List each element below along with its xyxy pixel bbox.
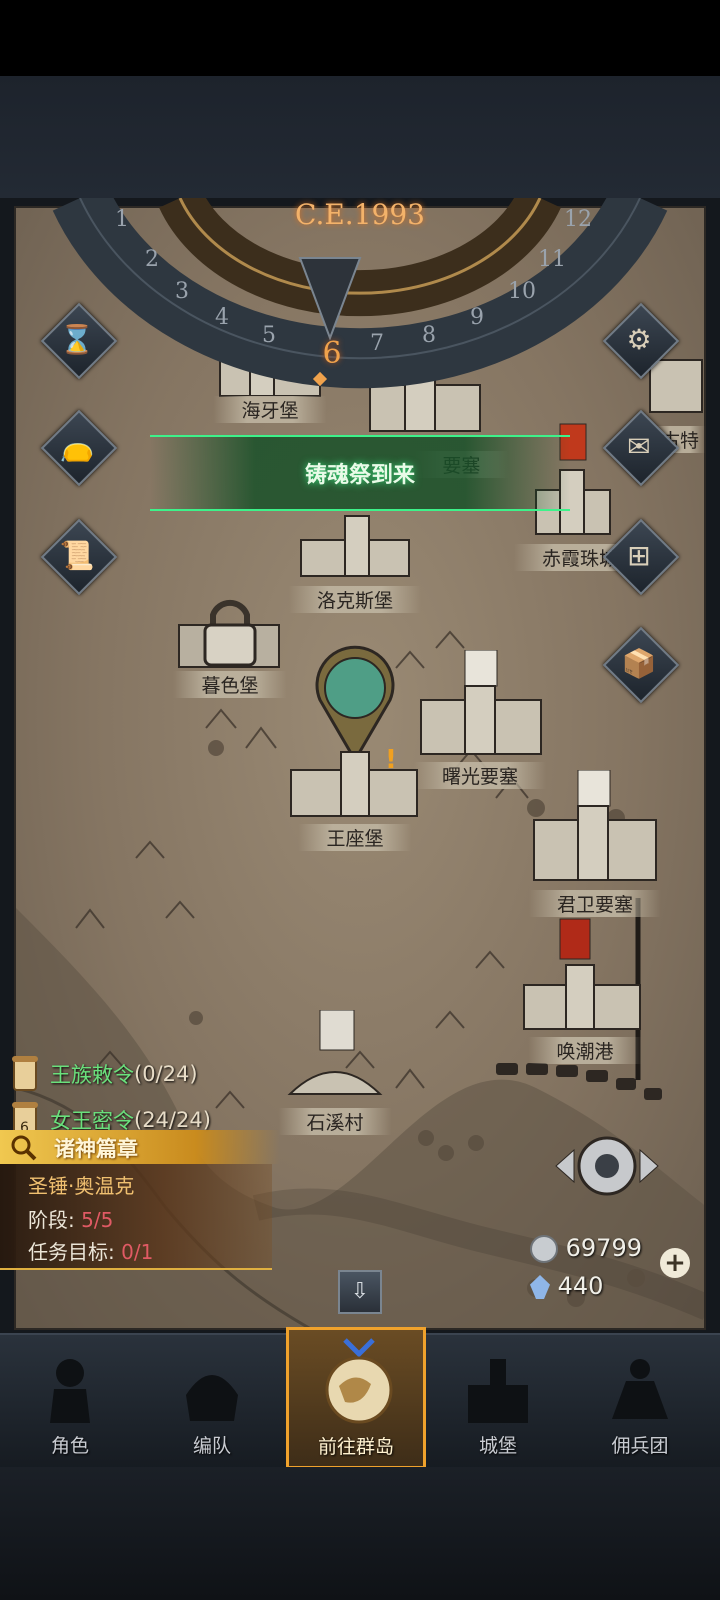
- saga-panel[interactable]: 诸神篇章 圣锤·奥温克 阶段: 5/5 任务目标: 0/1: [0, 1130, 300, 1270]
- village-icon: [287, 1010, 383, 1095]
- saga-goal: 任务目标: 0/1: [28, 1236, 153, 1265]
- location-huanchao[interactable]: 唤潮港: [515, 915, 655, 1065]
- crystal-amount: 440: [557, 1272, 604, 1300]
- event-banner[interactable]: 铸魂祭到来: [150, 435, 570, 511]
- search-icon: [11, 1135, 37, 1161]
- supplies-button[interactable]: 📦: [602, 626, 680, 704]
- nav-tab-role[interactable]: 角色: [0, 1335, 140, 1469]
- dial-month-8: 8: [422, 323, 436, 348]
- nav-tab-islands[interactable]: 前往群岛: [286, 1327, 426, 1469]
- status-bar-area: [0, 0, 720, 76]
- castle-icon: [523, 918, 641, 1030]
- globe-icon: [325, 1338, 393, 1424]
- silver-amount: 69799: [565, 1234, 642, 1262]
- locate-compass-button[interactable]: [552, 1126, 662, 1206]
- nav-tab-castle[interactable]: 城堡: [428, 1335, 568, 1469]
- quest-count: (0/24): [134, 1062, 198, 1086]
- dial-month-9: 9: [470, 305, 484, 330]
- dial-month-11: 11: [538, 247, 566, 272]
- quest-title: 王族敕令: [50, 1063, 134, 1087]
- silver-coin-icon: [530, 1235, 558, 1263]
- location-label: 君卫要塞: [528, 890, 662, 917]
- knight-icon: [50, 1359, 90, 1423]
- window-grid-icon: ⊞: [627, 538, 651, 572]
- money-bag-icon: 👝: [59, 429, 95, 463]
- crystal-currency: 440: [530, 1272, 603, 1300]
- dial-month-2: 2: [145, 247, 159, 272]
- saga-goal-label: 任务目标:: [28, 1240, 115, 1264]
- nav-tab-formation[interactable]: 编队: [142, 1335, 282, 1469]
- mercenary-icon: [612, 1359, 668, 1419]
- saga-hero-name: 圣锤·奥温克: [28, 1174, 135, 1198]
- dial-month-4: 4: [215, 305, 229, 330]
- dial-month-10: 10: [508, 279, 536, 304]
- saga-goal-value: 0/1: [121, 1240, 154, 1264]
- location-junwei[interactable]: 君卫要塞: [525, 770, 665, 920]
- location-label: 海牙堡: [213, 396, 327, 423]
- grid-button[interactable]: ⊞: [602, 518, 680, 596]
- saga-stage-label: 阶段:: [28, 1208, 75, 1232]
- nav-tab-mercenary[interactable]: 佣兵团: [570, 1335, 710, 1469]
- location-wangzuo[interactable]: ! 王座堡: [285, 640, 425, 860]
- nav-label: 城堡: [478, 1435, 517, 1457]
- quest-count: (24/24): [134, 1108, 211, 1132]
- silver-currency: 69799: [530, 1234, 642, 1263]
- scroll-icon: [12, 1056, 38, 1091]
- bottom-nav: 角色 编队 前往群岛 城堡 佣兵团: [0, 1327, 720, 1469]
- bag-button[interactable]: 👝: [40, 409, 118, 487]
- envelope-icon: ✉: [627, 429, 651, 463]
- castle-icon: [468, 1359, 528, 1423]
- mail-button[interactable]: ✉: [602, 409, 680, 487]
- saga-stage: 阶段: 5/5: [28, 1204, 113, 1233]
- helmet-icon: [186, 1375, 238, 1421]
- era-year: C.E.1993: [295, 198, 425, 231]
- gear-icon: ⚙: [626, 322, 652, 356]
- location-luokesi[interactable]: 洛克斯堡: [288, 510, 422, 620]
- castle-icon: [300, 515, 410, 577]
- bottom-area: [0, 1467, 720, 1600]
- location-label: 暮色堡: [173, 671, 287, 698]
- hourglass-icon: ⌛: [59, 322, 95, 356]
- location-shixi[interactable]: 石溪村: [270, 1010, 400, 1140]
- saga-header: 诸神篇章: [0, 1130, 280, 1164]
- hero-marker-castle: !: [290, 645, 418, 817]
- svg-text:!: !: [385, 745, 397, 775]
- saga-title: 诸神篇章: [54, 1137, 138, 1161]
- location-muse[interactable]: 暮色堡: [170, 585, 290, 705]
- add-currency-button[interactable]: +: [660, 1248, 690, 1278]
- castle-icon: [420, 650, 542, 755]
- castle-icon: [533, 770, 657, 881]
- scroll-icon: 📜: [59, 538, 95, 572]
- chevron-down-icon: ⇩: [350, 1279, 370, 1304]
- saga-body: 圣锤·奥温克 阶段: 5/5 任务目标: 0/1: [0, 1164, 272, 1270]
- scroll-button[interactable]: 📜: [40, 518, 118, 596]
- dial-month-7: 7: [370, 331, 384, 356]
- location-label: 洛克斯堡: [288, 586, 422, 613]
- nav-label: 编队: [192, 1435, 231, 1457]
- dial-month-3: 3: [175, 279, 189, 304]
- hourglass-button[interactable]: ⌛: [40, 302, 118, 380]
- collapse-button[interactable]: ⇩: [338, 1270, 382, 1314]
- nav-label: 角色: [50, 1435, 89, 1457]
- top-band: [0, 76, 720, 198]
- event-banner-text: 铸魂祭到来: [304, 463, 415, 488]
- nav-label: 佣兵团: [611, 1435, 669, 1457]
- settings-button[interactable]: ⚙: [602, 302, 680, 380]
- saga-stage-value: 5/5: [81, 1208, 114, 1232]
- location-label: 唤潮港: [528, 1037, 642, 1064]
- quest-royal-decree[interactable]: 王族敕令 (0/24): [8, 1052, 198, 1096]
- crate-sack-icon: 📦: [621, 646, 657, 680]
- nav-label: 前往群岛: [317, 1436, 394, 1458]
- current-month: 6: [322, 336, 342, 371]
- crystal-icon: [530, 1275, 550, 1299]
- locked-castle-icon: [178, 599, 280, 668]
- dial-month-5: 5: [262, 323, 276, 348]
- location-label: 王座堡: [298, 824, 412, 851]
